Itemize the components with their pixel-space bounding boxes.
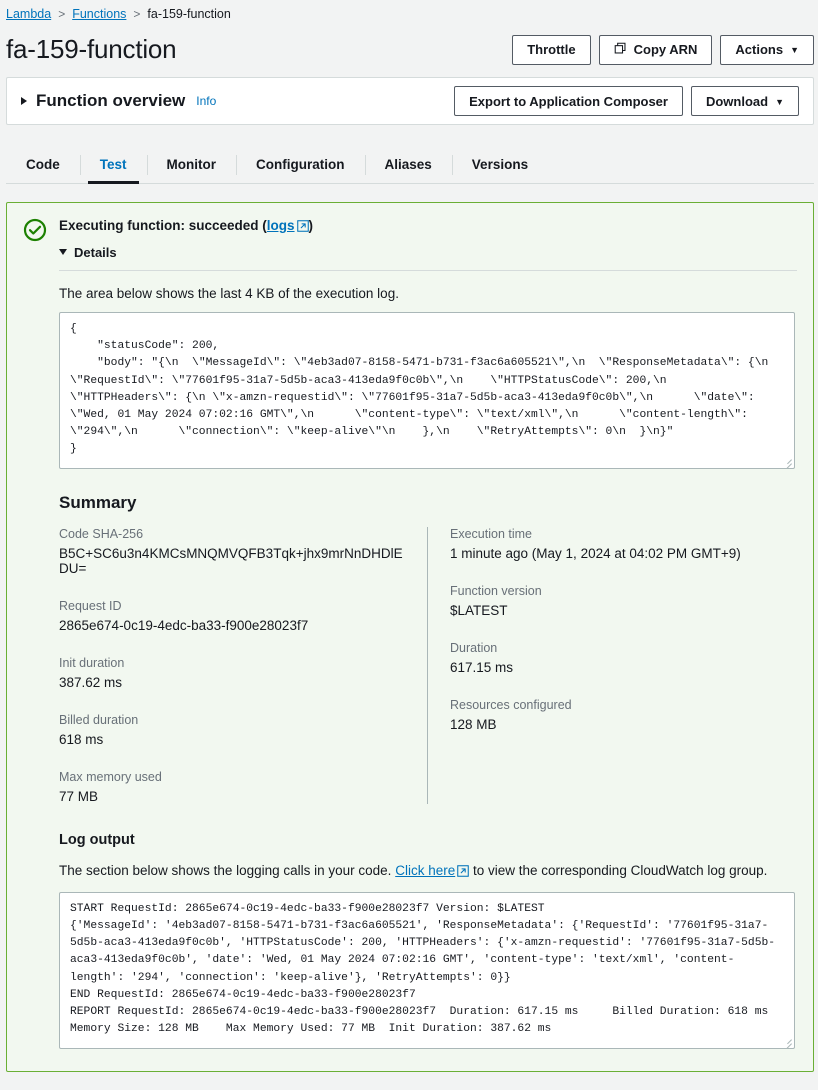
- summary-value: B5C+SC6u3n4KMCsMNQMVQFB3Tqk+jhx9mrNnDHDl…: [59, 546, 403, 577]
- summary-item-execution-time: Execution time 1 minute ago (May 1, 2024…: [450, 527, 795, 561]
- chevron-down-icon: ▼: [790, 45, 799, 55]
- summary-label: Max memory used: [59, 770, 162, 785]
- tab-label: Versions: [471, 157, 529, 172]
- summary-label: Request ID: [59, 599, 122, 614]
- copy-arn-button-label: Copy ARN: [633, 42, 698, 57]
- summary-item-request-id: Request ID 2865e674-0c19-4edc-ba33-f900e…: [59, 599, 409, 633]
- log-output-textarea[interactable]: START RequestId: 2865e674-0c19-4edc-ba33…: [59, 891, 795, 1050]
- logs-link[interactable]: logs: [267, 218, 295, 233]
- summary-label: Init duration: [59, 656, 125, 671]
- tab-configuration[interactable]: Configuration: [236, 147, 364, 183]
- execution-result-text: Executing function: succeeded (logs ) De…: [59, 217, 797, 271]
- details-divider: [59, 269, 797, 271]
- summary-label: Duration: [450, 641, 498, 656]
- summary-column-right: Execution time 1 minute ago (May 1, 2024…: [427, 527, 795, 805]
- execution-details-body: The area below shows the last 4 KB of th…: [23, 284, 797, 1050]
- chevron-down-icon: [59, 249, 67, 256]
- summary-column-left: Code SHA-256 B5C+SC6u3n4KMCsMNQMVQFB3Tqk…: [59, 527, 427, 804]
- execution-log-note: The area below shows the last 4 KB of th…: [59, 285, 399, 301]
- chevron-right-icon[interactable]: [21, 97, 27, 105]
- copy-icon: [614, 42, 627, 58]
- breadcrumb-separator-icon: >: [133, 7, 141, 21]
- header-actions: Throttle Copy ARN Actions ▼: [512, 34, 814, 65]
- export-to-application-composer-button[interactable]: Export to Application Composer: [454, 86, 683, 116]
- breadcrumb-separator-icon: >: [58, 7, 66, 21]
- summary-label: Code SHA-256: [59, 527, 144, 542]
- details-label: Details: [74, 244, 117, 260]
- details-toggle[interactable]: Details: [59, 245, 797, 260]
- throttle-button-label: Throttle: [527, 42, 576, 57]
- tab-bar: Code Test Monitor Configuration Aliases …: [6, 147, 814, 184]
- resize-handle-icon[interactable]: [780, 454, 792, 466]
- external-link-icon[interactable]: [296, 219, 309, 237]
- function-overview-card: Function overview Info Export to Applica…: [6, 77, 814, 125]
- lambda-test-page: Lambda > Functions > fa-159-function fa-…: [0, 0, 818, 1073]
- external-link-icon[interactable]: [457, 863, 470, 883]
- success-check-icon: [23, 218, 47, 247]
- tab-label: Configuration: [256, 157, 345, 172]
- tab-label: Test: [99, 157, 127, 172]
- summary-value: 128 MB: [450, 717, 497, 733]
- execution-result-panel: Executing function: succeeded (logs ) De…: [6, 202, 814, 1073]
- tab-test[interactable]: Test: [79, 147, 147, 184]
- summary-value: 618 ms: [59, 732, 104, 748]
- execution-status-prefix: Executing function: succeeded (: [59, 218, 267, 233]
- summary-grid: Code SHA-256 B5C+SC6u3n4KMCsMNQMVQFB3Tqk…: [59, 527, 795, 805]
- log-output-note: The section below shows the logging call…: [59, 861, 795, 883]
- actions-button-label: Actions: [735, 42, 784, 57]
- resize-handle-icon[interactable]: [780, 1034, 792, 1046]
- breadcrumb-item-current: fa-159-function: [147, 7, 231, 21]
- summary-item-code-sha-256: Code SHA-256 B5C+SC6u3n4KMCsMNQMVQFB3Tqk…: [59, 527, 409, 576]
- summary-item-billed-duration: Billed duration 618 ms: [59, 713, 409, 747]
- summary-value: 617.15 ms: [450, 660, 514, 676]
- log-output-heading: Log output: [59, 832, 135, 849]
- function-overview-actions: Export to Application Composer Download …: [454, 86, 799, 116]
- tab-code[interactable]: Code: [6, 147, 80, 183]
- chevron-down-icon: ▼: [775, 96, 784, 107]
- copy-arn-button[interactable]: Copy ARN: [598, 34, 713, 65]
- execution-status-message: Executing function: succeeded (logs ): [59, 217, 797, 237]
- summary-item-init-duration: Init duration 387.62 ms: [59, 656, 409, 690]
- summary-value: $LATEST: [450, 603, 508, 619]
- summary-heading: Summary: [59, 493, 137, 513]
- tab-label: Code: [26, 157, 60, 172]
- breadcrumb-item-functions[interactable]: Functions: [72, 7, 126, 21]
- summary-label: Function version: [450, 584, 542, 599]
- summary-label: Execution time: [450, 527, 532, 542]
- summary-value: 77 MB: [59, 789, 99, 805]
- tab-label: Monitor: [166, 157, 217, 172]
- download-button[interactable]: Download ▼: [690, 86, 799, 116]
- tab-aliases[interactable]: Aliases: [364, 147, 452, 183]
- function-overview-title[interactable]: Function overview: [36, 91, 185, 111]
- summary-item-resources-configured: Resources configured 128 MB: [450, 698, 795, 732]
- tab-label: Aliases: [384, 157, 432, 172]
- summary-item-function-version: Function version $LATEST: [450, 584, 795, 618]
- tab-versions[interactable]: Versions: [451, 147, 548, 183]
- tab-monitor[interactable]: Monitor: [146, 147, 237, 183]
- summary-label: Billed duration: [59, 713, 139, 728]
- summary-item-duration: Duration 617.15 ms: [450, 641, 795, 675]
- download-button-label: Download: [705, 93, 769, 109]
- log-output-note-prefix: The section below shows the logging call…: [59, 863, 396, 879]
- breadcrumb-item-lambda[interactable]: Lambda: [6, 7, 51, 21]
- execution-log-textarea[interactable]: { "statusCode": 200, "body": "{\n \"Mess…: [59, 312, 795, 470]
- summary-item-max-memory-used: Max memory used 77 MB: [59, 770, 409, 804]
- export-button-label: Export to Application Composer: [469, 93, 668, 109]
- throttle-button[interactable]: Throttle: [512, 34, 591, 65]
- function-overview-info-link[interactable]: Info: [196, 94, 216, 108]
- summary-value: 387.62 ms: [59, 675, 123, 691]
- page-title: fa-159-function: [6, 34, 177, 64]
- function-overview-left: Function overview Info: [21, 91, 216, 111]
- summary-label: Resources configured: [450, 698, 572, 713]
- page-header: fa-159-function Throttle Copy ARN Action…: [0, 24, 818, 77]
- cloudwatch-click-here-link[interactable]: Click here: [395, 863, 455, 878]
- summary-value: 1 minute ago (May 1, 2024 at 04:02 PM GM…: [450, 546, 741, 562]
- execution-status-suffix: ): [308, 218, 314, 233]
- log-output-note-suffix: to view the corresponding CloudWatch log…: [469, 863, 768, 879]
- execution-result-header: Executing function: succeeded (logs ) De…: [23, 217, 797, 271]
- actions-button[interactable]: Actions ▼: [720, 34, 814, 65]
- breadcrumb: Lambda > Functions > fa-159-function: [0, 0, 818, 24]
- summary-value: 2865e674-0c19-4edc-ba33-f900e28023f7: [59, 618, 309, 634]
